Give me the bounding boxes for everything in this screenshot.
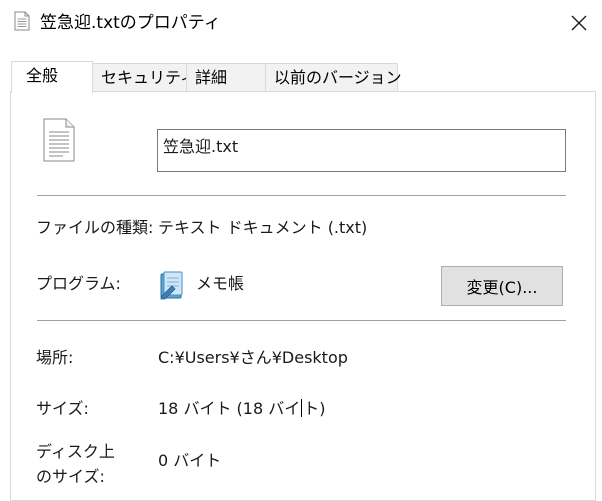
disk-size-value: 0 バイト (158, 451, 222, 470)
file-type-label: ファイルの種類: (36, 218, 154, 237)
change-program-button[interactable]: 変更(C)... (441, 266, 563, 306)
close-button[interactable] (556, 0, 602, 46)
close-icon (571, 15, 587, 31)
window-title: 笠急迎.txtのプロパティ (40, 13, 221, 33)
size-label: サイズ: (36, 399, 89, 418)
filename-field[interactable]: 笠急迎.txt (157, 129, 566, 172)
separator (37, 320, 566, 321)
tab-strip: セキュリティ 詳細 以前のバージョン 全般 (0, 61, 602, 93)
location-value: C:¥Users¥さん¥Desktop (158, 348, 348, 367)
tab-previous-versions[interactable]: 以前のバージョン (265, 63, 402, 91)
tab-general[interactable]: 全般 (11, 61, 93, 93)
size-value-text: 18 バイト (18 バイ (158, 399, 301, 418)
tab-details[interactable]: 詳細 (186, 63, 266, 91)
program-value: メモ帳 (196, 274, 245, 293)
separator (37, 195, 566, 196)
program-label: プログラム: (36, 274, 121, 293)
disk-size-label-line1: ディスク上 (36, 442, 115, 461)
title-bar: 笠急迎.txtのプロパティ (0, 0, 602, 46)
notepad-icon (160, 271, 183, 300)
location-label: 場所: (36, 348, 74, 367)
disk-size-label-line2: のサイズ: (36, 467, 105, 486)
file-type-value: テキスト ドキュメント (.txt) (158, 218, 368, 237)
tab-security[interactable]: セキュリティ (92, 63, 196, 91)
text-file-icon (43, 118, 75, 162)
document-icon (14, 11, 30, 31)
size-value-text-end: ト) (303, 399, 326, 418)
size-value: 18 バイト (18 バイ ト) (158, 397, 325, 421)
